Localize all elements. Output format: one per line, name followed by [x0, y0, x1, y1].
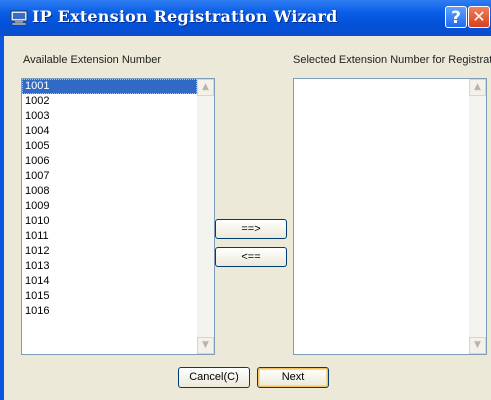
available-scrollbar[interactable]: ▲ ▼ [197, 79, 214, 354]
scroll-down-arrow-icon[interactable]: ▼ [197, 337, 214, 354]
list-item[interactable]: 1004 [22, 124, 197, 139]
list-item[interactable]: 1002 [22, 94, 197, 109]
add-button[interactable]: ==> [215, 219, 287, 239]
list-item[interactable]: 1014 [22, 274, 197, 289]
list-item[interactable]: 1010 [22, 214, 197, 229]
list-item[interactable]: 1003 [22, 109, 197, 124]
available-listbox[interactable]: 1001 1002 1003 1004 1005 1006 1007 1008 1009 1010… [21, 78, 215, 355]
close-icon: ✕ [472, 7, 486, 26]
next-button[interactable]: Next [257, 367, 329, 388]
title-bar[interactable]: IP Extension Registration Wizard ? ✕ [0, 0, 491, 36]
list-item[interactable]: 1007 [22, 169, 197, 184]
list-item[interactable]: 1015 [22, 289, 197, 304]
list-item[interactable]: 1012 [22, 244, 197, 259]
list-item[interactable]: 1006 [22, 154, 197, 169]
scroll-up-arrow-icon[interactable]: ▲ [197, 79, 214, 96]
list-item[interactable]: 1009 [22, 199, 197, 214]
list-item[interactable]: 1016 [22, 304, 197, 319]
list-item[interactable]: 1013 [22, 259, 197, 274]
scroll-up-arrow-icon[interactable]: ▲ [469, 79, 486, 96]
window-title: IP Extension Registration Wizard [32, 7, 338, 26]
selected-listbox[interactable]: ▲ ▼ [293, 78, 487, 355]
close-button[interactable]: ✕ [468, 6, 490, 28]
list-item[interactable]: 1005 [22, 139, 197, 154]
cancel-button[interactable]: Cancel(C) [178, 367, 250, 388]
list-item[interactable]: 1008 [22, 184, 197, 199]
list-item[interactable]: 1011 [22, 229, 197, 244]
selected-label: Selected Extension Number for Registrati… [293, 54, 491, 66]
scroll-down-arrow-icon[interactable]: ▼ [469, 337, 486, 354]
help-button[interactable]: ? [445, 6, 467, 28]
wizard-window: IP Extension Registration Wizard ? ✕ Ava… [0, 0, 491, 400]
list-item[interactable]: 1001 [22, 79, 197, 94]
computer-icon [10, 10, 28, 26]
selected-scrollbar[interactable]: ▲ ▼ [469, 79, 486, 354]
available-list-items: 1001 1002 1003 1004 1005 1006 1007 1008 1009 1010… [22, 79, 214, 319]
dialog-body: Available Extension Number Selected Exte… [4, 36, 491, 400]
remove-button[interactable]: <== [215, 247, 287, 267]
available-label: Available Extension Number [23, 54, 161, 66]
